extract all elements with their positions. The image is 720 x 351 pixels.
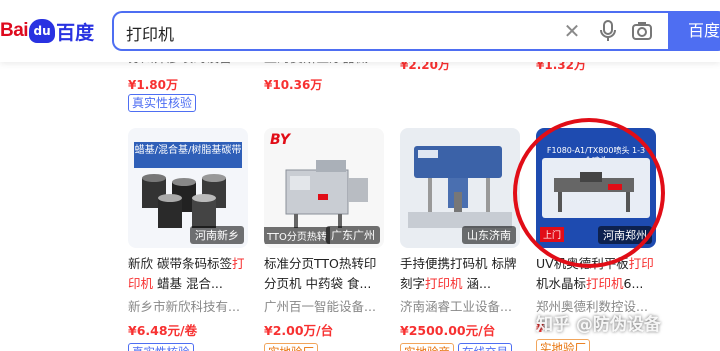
location-tag: 河南新乡 — [190, 226, 244, 244]
promo-tag: 上门 — [540, 227, 565, 242]
product-title[interactable]: 标准分页TTO热转印分页机 中药袋 食... — [264, 254, 386, 294]
title-text: 机水晶标 — [536, 276, 587, 291]
online-trade-badge: 在线交易 — [458, 343, 512, 351]
title-highlight: 打印机 — [425, 276, 463, 291]
company-name[interactable]: 济南涵睿工业设备... — [400, 296, 522, 315]
logo-text-bai: Bai — [0, 20, 29, 41]
product-image[interactable]: F1080-A1/TX800喷头 1-3个喷头 上门 河南郑州 — [536, 128, 656, 248]
product-image[interactable]: 山东济南 — [400, 128, 520, 248]
badge-list: 实地验商 在线交易 — [400, 343, 522, 351]
product-title[interactable]: 手持便携打码机 标牌刻字打印机 涵... — [400, 254, 522, 294]
verified-badge: 真实性核验 — [128, 343, 194, 351]
badge-list: 实地验厂 — [264, 343, 386, 351]
logo-text-baidu: 百度 — [56, 21, 95, 44]
location-tag: 河南郑州 — [598, 226, 652, 244]
product-price: ¥2500.00元/台 — [400, 323, 496, 338]
title-highlight: 打印机 — [586, 276, 624, 291]
title-highlight: 印机 — [128, 276, 154, 291]
product-price: ¥10.36万 — [264, 78, 323, 92]
badge-list: 实地验厂 — [536, 339, 658, 351]
search-input[interactable]: 打印机 ✕ — [112, 11, 670, 51]
product-price: ¥1.80万 — [128, 78, 178, 92]
title-text: 新欣 碳带条码标签 — [128, 256, 232, 271]
image-caption: TTO分页热转 — [264, 227, 330, 244]
logo-paw-icon: du — [29, 19, 56, 43]
search-button[interactable]: 百度 — [668, 11, 720, 51]
product-image[interactable]: BY TTO分页热转 广东广州 — [264, 128, 384, 248]
product-image[interactable]: 蜡基/混合基/树脂基碳带 河南新乡 — [128, 128, 248, 248]
factory-verified-badge: 实地验厂 — [536, 339, 590, 351]
factory-verified-badge: 实地验厂 — [264, 343, 318, 351]
product-title[interactable]: UV机奥德利平板打印机水晶标打印机6... — [536, 254, 658, 294]
product-card[interactable]: 蜡基/混合基/树脂基碳带 河南新乡 新欣 碳带条码标签打印机 蜡基 混合... … — [128, 128, 250, 351]
title-text: 涵... — [462, 276, 491, 291]
product-price: ¥2.00万/台 — [264, 323, 334, 338]
product-price: ¥6.48元/卷 — [128, 323, 198, 338]
company-name[interactable]: 新乡市新欣科技有... — [128, 296, 250, 315]
location-tag: 山东济南 — [462, 226, 516, 244]
search-query[interactable]: 打印机 — [126, 21, 174, 45]
location-tag: 广东广州 — [326, 226, 380, 244]
watermark: 知乎 @防伪设备 — [536, 315, 661, 335]
title-text: 6... — [623, 276, 644, 291]
title-text: 蜡基 混合... — [153, 276, 223, 291]
image-banner: 蜡基/混合基/树脂基碳带 — [134, 142, 242, 168]
badge-list: 真实性核验 — [128, 343, 250, 351]
title-highlight: 打 — [231, 256, 245, 271]
search-header: Bai du 百度 打印机 ✕ 百度 — [0, 0, 720, 62]
merchant-verified-badge: 实地验商 — [400, 343, 454, 351]
camera-icon[interactable] — [631, 20, 653, 42]
search-results-page: Bai du 百度 打印机 ✕ 百度 苏州邦彦喷码设备... ¥1.80万 真实… — [0, 0, 720, 351]
product-card[interactable]: BY TTO分页热转 广东广州 标准分页TTO热转印分页机 中药袋 食... 广… — [264, 128, 386, 351]
close-icon[interactable]: ✕ — [561, 20, 583, 42]
title-text: UV机奥德利平板 — [536, 256, 629, 271]
company-name[interactable]: 广州百一智能设备... — [264, 296, 386, 315]
baidu-logo[interactable]: Bai du 百度 — [0, 16, 94, 46]
brand-logo: BY — [270, 132, 291, 148]
title-highlight: 打印 — [628, 256, 654, 271]
product-card[interactable]: 山东济南 手持便携打码机 标牌刻字打印机 涵... 济南涵睿工业设备... ¥2… — [400, 128, 522, 351]
verified-badge: 真实性核验 — [128, 94, 197, 112]
product-title[interactable]: 新欣 碳带条码标签打印机 蜡基 混合... — [128, 254, 250, 294]
microphone-icon[interactable] — [597, 20, 619, 42]
